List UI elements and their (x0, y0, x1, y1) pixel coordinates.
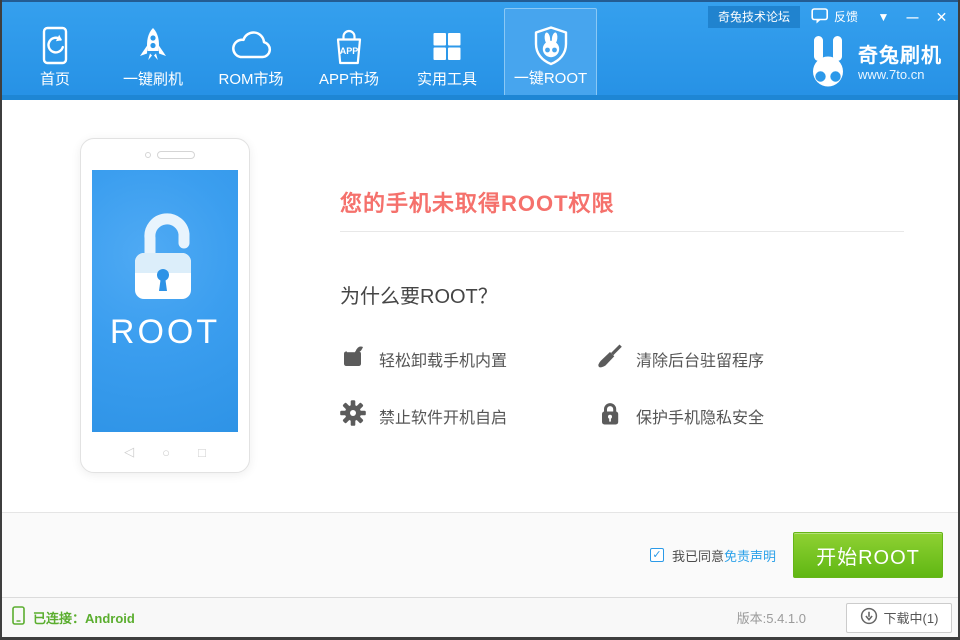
unlocked-shackle (150, 219, 184, 254)
tab-root-label: 一键ROOT (514, 70, 587, 88)
feature-uninstall: 轻松卸载手机内置 (340, 343, 597, 374)
version-label: 版本:5.4.1.0 (737, 608, 806, 627)
downloading-button[interactable]: 下载中(1) (846, 603, 952, 633)
disclaimer-link[interactable]: 免责声明 (724, 546, 776, 565)
tab-app-label: APP市场 (319, 71, 379, 89)
close-icon[interactable]: ✕ (927, 6, 956, 28)
feature-label: 保护手机隐私安全 (636, 404, 764, 428)
header: 首页 一键刷机 (2, 0, 958, 100)
why-root-heading: 为什么要ROOT？ (340, 280, 904, 309)
connection-text: 已连接：Android (33, 608, 135, 627)
window-controls: 奇兔技术论坛 反馈 ▼ — ✕ (708, 5, 956, 28)
gear-icon (340, 400, 366, 431)
agreement-row: ✓ 我已同意 免责声明 (650, 546, 776, 565)
tab-flash-label: 一键刷机 (123, 71, 183, 89)
appstore-bag-icon: APP (327, 23, 371, 71)
brush-icon (597, 343, 623, 374)
android-back-icon: ◁ (124, 444, 134, 460)
main-nav: 首页 一键刷机 (26, 2, 597, 97)
tab-home[interactable]: 首页 (26, 8, 84, 97)
phone-speaker-slot (157, 151, 195, 159)
feedback-button[interactable]: 反馈 (800, 7, 869, 27)
tab-tools-label: 实用工具 (417, 71, 477, 89)
main-content: ROOT ◁ ○ □ 您的手机未取得ROOT权限 为什么要ROOT？ (2, 100, 958, 512)
minimize-icon[interactable]: — (898, 6, 927, 28)
cloud-icon (227, 23, 275, 71)
page-title: 您的手机未取得ROOT权限 (340, 186, 904, 218)
screen-root-text: ROOT (110, 313, 220, 351)
phone-speaker-dot (145, 152, 151, 158)
feature-clean: 清除后台驻留程序 (597, 343, 904, 374)
feature-label: 清除后台驻留程序 (636, 347, 764, 371)
status-bar: 已连接：Android 版本:5.4.1.0 下载中(1) (2, 597, 958, 637)
action-bar: ✓ 我已同意 免责声明 开始ROOT (2, 512, 958, 597)
feature-privacy: 保护手机隐私安全 (597, 400, 904, 431)
android-home-icon: ○ (162, 445, 170, 460)
download-label: 下载中(1) (884, 608, 939, 627)
tools-grid-icon (425, 23, 469, 71)
phone-illustration: ROOT ◁ ○ □ (80, 138, 250, 473)
agree-checkbox[interactable]: ✓ (650, 548, 664, 562)
menu-dropdown-icon[interactable]: ▼ (869, 6, 898, 28)
feedback-bubble-icon (811, 7, 829, 27)
root-shield-rabbit-icon (528, 22, 574, 70)
tab-rom-market[interactable]: ROM市场 (202, 8, 300, 97)
uninstall-icon (340, 343, 366, 374)
feature-list: 轻松卸载手机内置 清除后台驻留程序 (340, 343, 904, 431)
connected-phone-icon (12, 606, 25, 630)
phone-nav-buttons: ◁ ○ □ (81, 440, 249, 464)
title-divider (340, 231, 904, 232)
tab-rom-label: ROM市场 (219, 71, 284, 89)
connection-status: 已连接：Android (12, 606, 135, 630)
tab-tools[interactable]: 实用工具 (398, 8, 496, 97)
feature-label: 禁止软件开机自启 (379, 404, 507, 428)
tab-one-click-root[interactable]: 一键ROOT (504, 8, 597, 97)
phone-screen: ROOT (92, 170, 238, 432)
forum-link[interactable]: 奇兔技术论坛 (708, 6, 800, 28)
rabbit-logo-icon (808, 35, 848, 92)
tab-app-market[interactable]: APP APP市场 (300, 8, 398, 97)
agree-label: 我已同意 (672, 546, 724, 565)
download-circle-icon (860, 607, 878, 628)
lock-icon (597, 400, 623, 431)
app-logo: 奇兔刷机 www.7to.cn (808, 35, 942, 92)
start-root-button[interactable]: 开始ROOT (793, 532, 943, 578)
home-phone-refresh-icon (33, 23, 77, 71)
feedback-label: 反馈 (834, 8, 858, 25)
rocket-icon (131, 23, 175, 71)
tab-one-click-flash[interactable]: 一键刷机 (104, 8, 202, 97)
svg-text:APP: APP (340, 46, 359, 56)
tab-home-label: 首页 (40, 71, 70, 89)
feature-label: 轻松卸载手机内置 (379, 347, 507, 371)
logo-url: www.7to.cn (858, 67, 942, 83)
android-recent-icon: □ (198, 445, 206, 460)
app-window: 首页 一键刷机 (0, 0, 960, 640)
logo-app-name: 奇兔刷机 (858, 45, 942, 67)
feature-autostart: 禁止软件开机自启 (340, 400, 597, 431)
